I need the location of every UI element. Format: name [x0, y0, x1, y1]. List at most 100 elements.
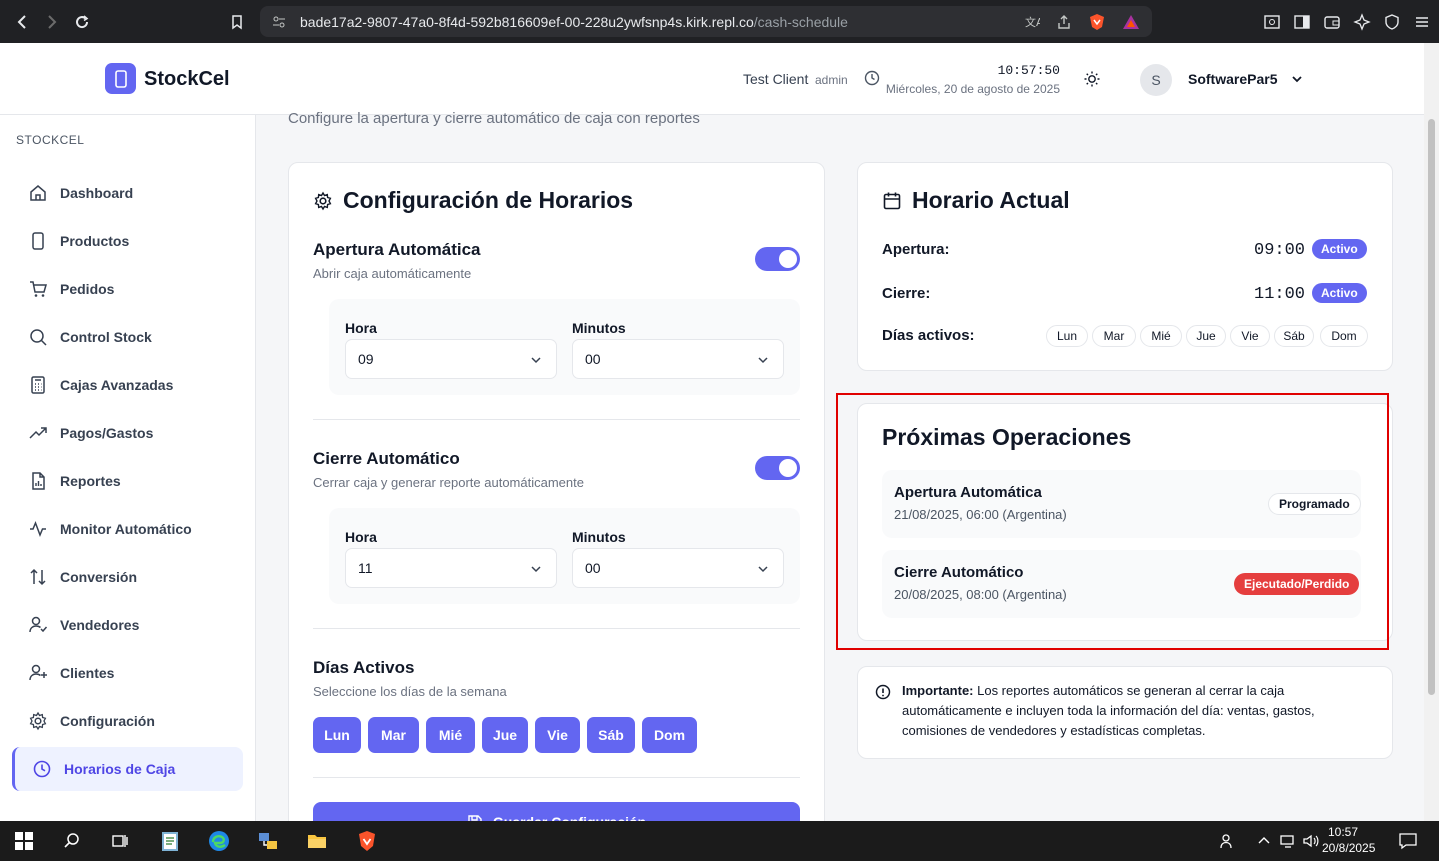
current-date: Miércoles, 20 de agosto de 2025 — [885, 82, 1060, 96]
brave-shield-icon[interactable] — [1088, 13, 1106, 31]
notepad-app-icon[interactable] — [158, 829, 182, 853]
app-name[interactable]: StockCel — [144, 68, 230, 91]
info-icon — [875, 684, 891, 700]
app-header: StockCel Test Client admin 10:57:50 Miér… — [0, 43, 1424, 115]
opening-toggle[interactable] — [755, 247, 800, 271]
chevron-down-icon[interactable] — [1290, 72, 1304, 91]
search-icon[interactable] — [60, 829, 84, 853]
gear-icon — [314, 191, 332, 210]
sidebar-item-label: Dashboard — [60, 185, 134, 201]
calculator-icon — [31, 376, 45, 394]
file-explorer-icon[interactable] — [305, 829, 329, 853]
task-view-icon[interactable] — [108, 829, 132, 853]
sidebar-item-productos[interactable]: Productos — [12, 219, 243, 263]
client-role: admin — [815, 73, 848, 87]
closing-title: Cierre Automático — [313, 449, 460, 468]
sidebar-item-conversion[interactable]: Conversión — [12, 555, 243, 599]
sidebar-item-control-stock[interactable]: Control Stock — [12, 315, 243, 359]
volume-icon[interactable] — [1299, 829, 1323, 853]
closing-hour-label: Hora — [345, 529, 377, 545]
day-button-jue[interactable]: Jue — [482, 717, 528, 753]
avatar[interactable]: S — [1140, 64, 1172, 96]
user-name[interactable]: SoftwarePar5 — [1188, 71, 1277, 87]
sidebar-item-label: Cajas Avanzadas — [60, 377, 174, 393]
opening-hour-select[interactable]: 09 — [345, 339, 557, 379]
closing-hour-select[interactable]: 11 — [345, 548, 557, 588]
brave-browser-icon[interactable] — [355, 829, 379, 853]
sidebar-item-reportes[interactable]: Reportes — [12, 459, 243, 503]
current-closing-time: 11:00 — [1254, 285, 1306, 304]
closing-toggle[interactable] — [755, 456, 800, 480]
site-settings-icon[interactable] — [272, 15, 286, 29]
closing-time-panel: Hora 11 Minutos 00 — [329, 508, 800, 604]
sidebar-item-clientes[interactable]: Clientes — [12, 651, 243, 695]
day-button-mie[interactable]: Mié — [426, 717, 475, 753]
sidebar-item-configuracion[interactable]: Configuración — [12, 699, 243, 743]
highlight-box — [836, 393, 1389, 650]
day-button-vie[interactable]: Vie — [535, 717, 580, 753]
current-card-title: Horario Actual — [882, 187, 1070, 214]
sidebar-item-pagos-gastos[interactable]: Pagos/Gastos — [12, 411, 243, 455]
page-scrollbar[interactable] — [1424, 43, 1439, 821]
theme-toggle-icon[interactable] — [1083, 70, 1101, 93]
share-icon[interactable] — [1056, 14, 1072, 30]
info-card: Importante: Los reportes automáticos se … — [857, 666, 1393, 759]
day-button-lun[interactable]: Lun — [313, 717, 361, 753]
wallet-icon[interactable] — [1323, 13, 1341, 31]
reload-icon[interactable] — [67, 7, 97, 37]
opening-title: Apertura Automática — [313, 240, 481, 259]
day-pill-vie: Vie — [1230, 325, 1270, 347]
day-button-dom[interactable]: Dom — [642, 717, 697, 753]
day-button-sab[interactable]: Sáb — [587, 717, 635, 753]
logo-icon[interactable] — [105, 63, 136, 94]
client-name: Test Client — [743, 71, 809, 87]
closing-subtitle: Cerrar caja y generar reporte automática… — [313, 475, 584, 490]
current-opening-label: Apertura: — [882, 241, 950, 258]
chevron-down-icon — [531, 566, 541, 573]
closing-minutes-label: Minutos — [572, 529, 626, 545]
vpn-icon[interactable] — [1383, 13, 1401, 31]
translate-icon[interactable]: 文A — [1024, 14, 1040, 30]
edge-browser-icon[interactable] — [207, 829, 231, 853]
back-icon[interactable] — [8, 7, 38, 37]
closing-minutes-select[interactable]: 00 — [572, 548, 784, 588]
sidebar-item-horarios-de-caja[interactable]: Horarios de Caja — [12, 747, 243, 791]
sidebar-toggle-icon[interactable] — [1293, 13, 1311, 31]
current-opening-time: 09:00 — [1254, 241, 1306, 260]
notifications-icon[interactable] — [1396, 829, 1420, 853]
sidebar-item-pedidos[interactable]: Pedidos — [12, 267, 243, 311]
sidebar-item-cajas-avanzadas[interactable]: Cajas Avanzadas — [12, 363, 243, 407]
leo-ai-icon[interactable] — [1353, 12, 1371, 31]
screenshot-icon[interactable] — [1263, 13, 1281, 31]
sidebar-item-dashboard[interactable]: Dashboard — [12, 171, 243, 215]
sidebar-item-label: Clientes — [60, 665, 115, 681]
people-icon[interactable] — [1216, 829, 1240, 853]
sidebar-item-monitor-automatico[interactable]: Monitor Automático — [12, 507, 243, 551]
sidebar-item-label: Conversión — [60, 569, 138, 585]
info-text: Importante: Los reportes automáticos se … — [902, 683, 1315, 738]
network-app-icon[interactable] — [256, 829, 280, 853]
brave-rewards-icon[interactable] — [1122, 13, 1140, 31]
menu-icon[interactable] — [1413, 13, 1431, 31]
opening-minutes-select[interactable]: 00 — [572, 339, 784, 379]
chevron-up-icon[interactable] — [1252, 829, 1276, 853]
address-bar[interactable]: bade17a2-9807-47a0-8f4d-592b816609ef-00-… — [260, 6, 1152, 37]
taskbar-clock[interactable]: 10:57 20/8/2025 — [1322, 824, 1375, 856]
day-pill-dom: Dom — [1320, 325, 1368, 347]
schedule-config-card: Configuración de Horarios Apertura Autom… — [288, 162, 825, 842]
day-pill-lun: Lun — [1046, 325, 1088, 347]
divider — [313, 777, 800, 778]
sidebar-item-label: Pagos/Gastos — [60, 425, 154, 441]
day-button-mar[interactable]: Mar — [368, 717, 419, 753]
bookmark-icon[interactable] — [222, 7, 252, 37]
current-days-label: Días activos: — [882, 327, 975, 344]
forward-icon[interactable] — [36, 7, 66, 37]
windows-start-icon[interactable] — [12, 829, 36, 853]
report-file-icon — [32, 472, 45, 490]
status-badge: Activo — [1312, 239, 1367, 259]
network-icon[interactable] — [1276, 829, 1300, 853]
user-plus-icon — [29, 664, 47, 681]
day-pill-mar: Mar — [1092, 325, 1136, 347]
search-icon — [30, 329, 47, 346]
sidebar-item-vendedores[interactable]: Vendedores — [12, 603, 243, 647]
